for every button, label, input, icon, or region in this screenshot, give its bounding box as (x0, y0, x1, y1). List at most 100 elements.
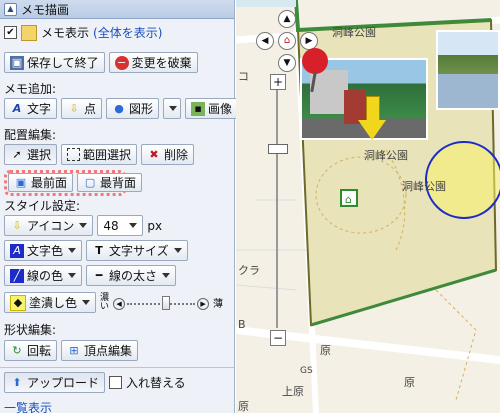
park-label-right: 洞峰公園 (402, 180, 446, 193)
text-color-icon: A (10, 243, 24, 258)
line-color-button[interactable]: ╱ 線の色 (4, 265, 83, 286)
cursor-icon: ➚ (12, 147, 22, 161)
line-style-row: ╱ 線の色 ━ 線の太さ (4, 265, 177, 286)
slider-right-icon[interactable]: ▶ (197, 297, 210, 310)
memo-display-row: ✔ メモ表示 (全体を表示) (4, 24, 162, 41)
line-width-button[interactable]: ━ 線の太さ (86, 265, 177, 286)
panel-titlebar[interactable]: ▲ メモ描画 (0, 0, 234, 19)
circle-icon: ● (114, 101, 124, 115)
show-all-link[interactable]: (全体を表示) (93, 24, 162, 41)
text-size-button[interactable]: T 文字サイズ (86, 240, 188, 261)
style-section-label: スタイル設定: (4, 199, 81, 213)
zoom-control[interactable]: + − (268, 74, 288, 346)
chevron-down-icon (169, 106, 178, 111)
arrow-down-icon: ⇩ (69, 101, 79, 115)
map-fragment-hara1: 原 (320, 344, 331, 357)
range-select-button[interactable]: 範囲選択 (61, 144, 138, 165)
text-style-row: A 文字色 T 文字サイズ (4, 240, 188, 261)
icon-size-row: ⇩ アイコン 48 px (4, 215, 162, 236)
map-pin-icon[interactable] (298, 48, 332, 93)
send-back-button[interactable]: ▢ 最背面 (77, 173, 143, 192)
add-text-button[interactable]: A 文字 (4, 98, 58, 119)
pan-up-icon[interactable]: ▲ (278, 10, 296, 28)
replace-checkbox[interactable] (109, 376, 123, 389)
pan-left-icon[interactable]: ◀ (256, 32, 274, 50)
chevron-down-icon (68, 273, 77, 278)
upload-icon: ⬆ (12, 375, 22, 389)
discard-button[interactable]: − 変更を破棄 (108, 52, 198, 73)
bring-front-button[interactable]: ▣ 最前面 (8, 173, 74, 192)
range-select-icon (67, 148, 81, 161)
map-view[interactable]: ⌂ ▲ ◀ ⌂ ▶ ▼ + − 洞峰公園 洞峰公園 洞峰公園 コ クラ B 原 … (236, 0, 500, 413)
slider-thumb[interactable] (161, 295, 170, 310)
fill-color-icon: ◆ (10, 294, 26, 311)
save-button[interactable]: ▣ 保存して終了 (4, 52, 105, 73)
collapse-icon[interactable]: ▲ (4, 2, 17, 16)
chevron-down-icon (68, 248, 77, 253)
line-width-icon: ━ (95, 268, 103, 282)
park-label-top: 洞峰公園 (332, 26, 376, 39)
delete-button[interactable]: ✖ 削除 (141, 144, 195, 165)
map-fragment-gs: GS (300, 366, 313, 376)
memo-icon (21, 24, 37, 41)
chevron-down-icon (82, 300, 91, 305)
bring-front-icon: ▣ (15, 175, 27, 189)
opacity-dark-label: 濃い (100, 292, 110, 312)
arrange-section-label: 配置編集: (4, 128, 57, 142)
add-section-label: メモ追加: (4, 82, 57, 96)
memo-display-checkbox[interactable]: ✔ (4, 26, 17, 39)
rotate-icon: ↻ (12, 343, 22, 357)
upload-row: ⬆ アップロード 入れ替える (4, 372, 186, 393)
map-fragment-ko: コ (238, 70, 249, 83)
list-link[interactable]: 一覧表示 (4, 399, 52, 416)
save-row: ▣ 保存して終了 − 変更を破棄 (4, 52, 198, 73)
map-fragment-hara3: 原 (238, 400, 249, 413)
slider-left-icon[interactable]: ◀ (113, 297, 126, 310)
icon-select[interactable]: ⇩ アイコン (4, 215, 94, 236)
text-size-icon: T (95, 243, 103, 257)
zoom-track[interactable] (276, 90, 278, 328)
size-select[interactable]: 48 (97, 215, 144, 236)
opacity-light-label: 薄 (213, 299, 224, 310)
shape-dropdown[interactable] (163, 98, 182, 119)
zoom-out-icon[interactable]: − (270, 330, 286, 346)
opacity-slider[interactable]: ◀ ▶ (113, 295, 210, 310)
size-unit: px (147, 218, 163, 233)
order-tools-row: ▣ 最前面 ▢ 最背面 (8, 173, 143, 192)
line-color-icon: ╱ (10, 268, 24, 283)
arrow-marker-icon[interactable] (358, 96, 386, 142)
upload-button[interactable]: ⬆ アップロード (4, 372, 106, 393)
zoom-handle[interactable] (268, 144, 288, 154)
fill-color-button[interactable]: ◆ 塗潰し色 (4, 292, 97, 313)
text-color-button[interactable]: A 文字色 (4, 240, 83, 261)
photo-memo-lake[interactable] (436, 30, 500, 110)
park-label-mid: 洞峰公園 (364, 149, 408, 162)
rotate-button[interactable]: ↻ 回転 (4, 340, 58, 361)
memo-panel: ▲ メモ描画 ✔ メモ表示 (全体を表示) ▣ 保存して終了 − 変更を破棄 メモ追… (0, 0, 239, 416)
svg-text:⌂: ⌂ (345, 193, 352, 206)
panel-title: メモ描画 (21, 2, 70, 17)
add-image-button[interactable]: ▪ 画像 (185, 98, 239, 119)
map-fragment-uehara: 上原 (282, 385, 304, 398)
arrange-tools-row: ➚ 選択 範囲選択 ✖ 削除 (4, 144, 195, 165)
map-fragment-b: B (238, 318, 246, 331)
map-fragment-hara2: 原 (404, 376, 415, 389)
pan-down-icon[interactable]: ▼ (278, 54, 296, 72)
send-back-icon: ▢ (84, 175, 96, 189)
chevron-down-icon (79, 223, 88, 228)
add-shape-button[interactable]: ● 図形 (106, 98, 160, 119)
chevron-down-icon (173, 248, 182, 253)
chevron-down-icon (162, 273, 171, 278)
zoom-in-icon[interactable]: + (270, 74, 286, 90)
map-fragment-kura: クラ (238, 264, 260, 277)
vertex-edit-button[interactable]: ⊞ 頂点編集 (61, 340, 139, 361)
home-icon[interactable]: ⌂ (278, 32, 296, 50)
memo-display-label: メモ表示 (41, 26, 90, 40)
select-button[interactable]: ➚ 選択 (4, 144, 58, 165)
close-icon: ✖ (149, 147, 159, 161)
text-icon: A (12, 101, 22, 115)
shape-tools-row: ↻ 回転 ⊞ 頂点編集 (4, 340, 139, 361)
add-point-button[interactable]: ⇩ 点 (61, 98, 103, 119)
image-icon: ▪ (191, 101, 206, 116)
vertex-icon: ⊞ (69, 343, 79, 357)
